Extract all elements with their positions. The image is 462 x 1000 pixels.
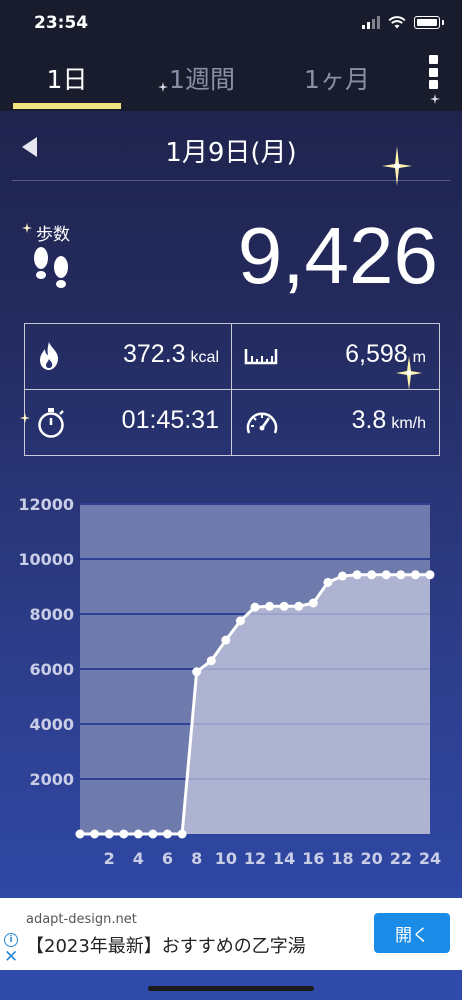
chart-point: [235, 616, 245, 626]
chart-point: [206, 656, 216, 666]
duration-value: 01:45:31: [121, 406, 219, 434]
calories-value: 372.3: [122, 340, 186, 368]
y-tick-label: 10000: [18, 550, 74, 569]
chart-point: [338, 571, 347, 581]
speed-value: 3.8: [351, 406, 387, 434]
chart-y-ticks: 2000 4000 6000 8000 10000 12000: [18, 495, 74, 789]
y-tick-label: 12000: [18, 495, 74, 514]
x-tick-label: 24: [419, 849, 441, 868]
steps-count: 9,426: [237, 211, 438, 300]
status-time: 23:54: [34, 13, 89, 33]
sparkle-icon: [20, 413, 30, 423]
more-menu-icon[interactable]: [429, 55, 439, 89]
ad-banner[interactable]: adapt-design.net 【2023年最新】おすすめの乙字湯 開く i …: [0, 898, 462, 970]
duration-cell: 01:45:31: [25, 390, 231, 455]
speed-cell: 3.8 km/h: [232, 390, 438, 455]
chart-point: [308, 598, 318, 608]
tab-bar: 1日 1週間 1ヶ月: [0, 48, 462, 111]
sparkle-icon: [396, 356, 422, 390]
x-tick-label: 6: [162, 849, 173, 868]
chart-point: [163, 829, 172, 839]
y-tick-label: 4000: [29, 715, 74, 734]
chart-point: [294, 601, 304, 611]
chart-point: [425, 570, 435, 580]
speedometer-icon: [246, 412, 278, 434]
chart-point: [104, 829, 114, 839]
x-tick-label: 20: [361, 849, 383, 868]
tab-month[interactable]: 1ヶ月: [282, 60, 392, 96]
ad-open-button[interactable]: 開く: [374, 913, 450, 953]
chart-point: [119, 829, 129, 839]
ad-domain: adapt-design.net: [26, 912, 137, 927]
status-bar: 23:54: [0, 0, 462, 48]
x-tick-label: 12: [244, 849, 266, 868]
chart-point: [279, 601, 289, 611]
chart-point: [352, 570, 362, 580]
sparkle-icon: [382, 146, 412, 186]
chart-point: [250, 602, 260, 612]
speed-unit: km/h: [391, 415, 426, 432]
y-tick-label: 6000: [29, 660, 74, 679]
chart-point: [90, 829, 100, 839]
chart-point: [75, 829, 85, 839]
chart-point: [177, 829, 187, 839]
flame-icon: [40, 342, 59, 370]
x-tick-label: 2: [104, 849, 115, 868]
bottom-strip: [0, 970, 462, 1000]
chart-point: [396, 570, 406, 580]
calories-unit: kcal: [190, 349, 219, 366]
ad-info-icon[interactable]: i: [4, 933, 18, 947]
battery-tip: [442, 20, 444, 25]
chart-point: [192, 667, 202, 677]
steps-title: 歩数: [36, 225, 70, 245]
sparkle-icon: [158, 82, 168, 92]
y-tick-label: 8000: [29, 605, 74, 624]
x-tick-label: 22: [390, 849, 412, 868]
chart-point: [265, 601, 275, 611]
x-tick-label: 18: [331, 849, 353, 868]
footprints-icon: [34, 247, 68, 288]
x-tick-label: 10: [215, 849, 237, 868]
sparkle-icon: [22, 223, 32, 233]
chart-point: [133, 829, 143, 839]
ad-title[interactable]: 【2023年最新】おすすめの乙字湯: [26, 932, 306, 958]
stopwatch-icon: [38, 408, 64, 438]
ruler-icon: [244, 349, 278, 365]
chart-point: [323, 577, 333, 587]
chart-x-ticks: 2 4 6 8 10 12 14 16 18 20 22 24: [104, 849, 442, 868]
wifi-icon: [388, 16, 406, 29]
hourly-steps-chart: 20004000600080001000012000 2 4 6 8 10 12 14 16 1…: [18, 495, 442, 868]
tab-day[interactable]: 1日: [12, 60, 122, 96]
chart-point: [367, 570, 377, 580]
chart-point: [221, 635, 231, 645]
status-icons: [362, 16, 444, 29]
x-tick-label: 4: [133, 849, 144, 868]
calories-cell: 372.3 kcal: [25, 324, 231, 389]
x-tick-label: 8: [191, 849, 202, 868]
home-indicator: [148, 986, 314, 991]
x-tick-label: 16: [302, 849, 324, 868]
battery-icon: [414, 16, 440, 29]
chart-point: [148, 829, 158, 839]
ad-close-icon[interactable]: ✕: [4, 949, 18, 966]
chart-point: [410, 570, 420, 580]
x-tick-label: 14: [273, 849, 295, 868]
sparkle-icon: [430, 94, 440, 104]
chart-point: [381, 570, 391, 580]
y-tick-label: 2000: [29, 770, 74, 789]
stats-grid: 372.3 kcal 6,598 m 01:45:31 3.8 km/h: [24, 323, 440, 456]
active-tab-indicator: [13, 103, 121, 109]
cellular-signal-icon: [362, 16, 380, 29]
